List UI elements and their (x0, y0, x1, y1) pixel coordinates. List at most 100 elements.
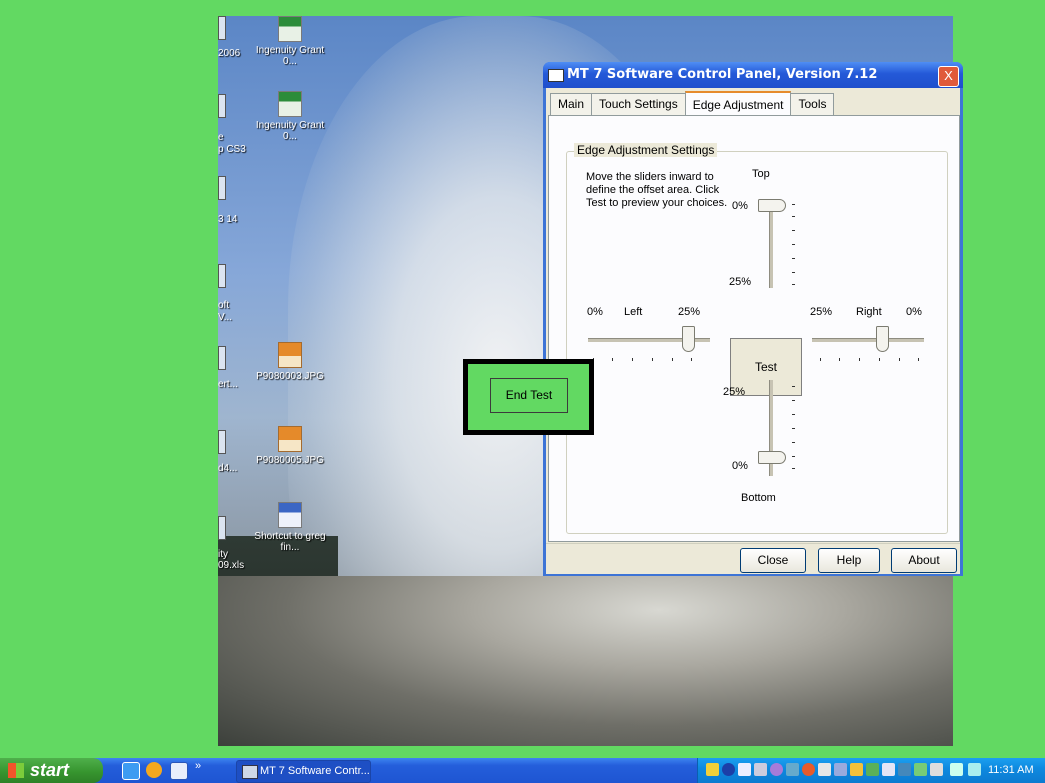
start-button[interactable]: start (0, 758, 103, 783)
close-button[interactable]: Close (740, 548, 806, 573)
word-icon[interactable] (170, 762, 188, 780)
desktop-icon-label: Ingenuity Grant 0... (255, 45, 325, 67)
top-min-label: 0% (732, 200, 748, 212)
tray-icon[interactable] (786, 763, 799, 776)
image-file-icon (278, 342, 302, 368)
firefox-icon[interactable] (146, 762, 162, 778)
slider-tick (691, 358, 692, 361)
tab-touch-settings[interactable]: Touch Settings (591, 93, 686, 115)
lock-icon[interactable] (754, 763, 767, 776)
slider-tick (820, 358, 821, 361)
tray-icon[interactable] (866, 763, 879, 776)
partial-icon (218, 16, 226, 40)
internet-explorer-icon[interactable] (122, 762, 140, 780)
tab-tools[interactable]: Tools (790, 93, 835, 115)
slider-tick (839, 358, 840, 361)
right-max-label: 25% (810, 306, 833, 318)
tray-icon[interactable] (834, 763, 847, 776)
tray-icon[interactable] (968, 763, 981, 776)
right-label: Right (856, 306, 882, 318)
desktop-partial-label: e (218, 132, 224, 143)
desktop-partial-label: V... (218, 312, 233, 323)
desktop-icon-label: P9080003.JPG (256, 371, 324, 382)
tray-icon[interactable] (914, 763, 927, 776)
about-button[interactable]: About (891, 548, 957, 573)
windows-flag-icon (8, 763, 24, 778)
desktop-icon-p9080005[interactable]: P9080005.JPG (255, 426, 325, 466)
slider-tick (792, 216, 795, 217)
slider-tick (792, 258, 795, 259)
desktop-icon-label: Shortcut to greg fin... (254, 531, 326, 553)
tab-strip: Main Touch Settings Edge Adjustment Tool… (550, 91, 835, 116)
tab-edge-adjustment[interactable]: Edge Adjustment (684, 91, 792, 116)
taskbar-window-label: MT 7 Software Contr... (260, 765, 370, 777)
partial-icon (218, 94, 226, 118)
taskbar-window-button[interactable]: MT 7 Software Contr... (236, 760, 371, 783)
tray-icon[interactable] (802, 763, 815, 776)
help-button[interactable]: Help (818, 548, 880, 573)
tray-icon[interactable] (818, 763, 831, 776)
quick-launch-chevron-icon[interactable]: » (195, 760, 201, 772)
slider-tick (899, 358, 900, 361)
desktop-icon-ingenuity-2[interactable]: Ingenuity Grant 0... (255, 91, 325, 142)
end-test-button[interactable]: End Test (490, 378, 568, 413)
bottom-label: Bottom (741, 492, 776, 504)
app-icon (548, 69, 564, 82)
taskbar: start » MT 7 Software Contr... 11:31 AM (0, 758, 1045, 783)
title-bar[interactable]: MT 7 Software Control Panel, Version 7.1… (543, 62, 963, 88)
desktop-partial-label: p CS3 (218, 144, 246, 155)
tray-icon[interactable] (930, 763, 943, 776)
partial-icon (218, 516, 226, 540)
instructions-text: Move the sliders inward to define the of… (586, 171, 728, 209)
window-title: MT 7 Software Control Panel, Version 7.1… (567, 67, 878, 82)
desktop-icon-p9080003[interactable]: P9080003.JPG (255, 342, 325, 382)
excel-file-icon (278, 91, 302, 117)
left-slider-thumb[interactable] (682, 326, 695, 352)
left-max-label: 25% (678, 306, 701, 318)
tray-icon[interactable] (706, 763, 719, 776)
slider-tick (612, 358, 613, 361)
slider-tick (652, 358, 653, 361)
slider-tick (792, 230, 795, 231)
tray-icon[interactable] (770, 763, 783, 776)
start-label: start (30, 760, 70, 780)
slider-tick (792, 400, 795, 401)
slider-tick (859, 358, 860, 361)
slider-tick (792, 428, 795, 429)
clock[interactable]: 11:31 AM (988, 758, 1034, 783)
partial-icon (218, 264, 226, 288)
left-min-label: 0% (587, 306, 603, 318)
desktop-partial-label: 2006 (218, 48, 241, 59)
partial-icon (218, 176, 226, 200)
bluetooth-icon[interactable] (722, 763, 735, 776)
partial-icon (218, 430, 226, 454)
top-slider-thumb[interactable] (758, 199, 786, 212)
word-document-icon (278, 502, 302, 528)
desktop-partial-label: ity (218, 549, 228, 560)
slider-tick (792, 386, 795, 387)
network-icon[interactable] (882, 763, 895, 776)
right-slider-thumb[interactable] (876, 326, 889, 352)
right-slider-track (812, 338, 924, 342)
desktop-icon-shortcut-greg[interactable]: Shortcut to greg fin... (251, 502, 329, 553)
right-min-label: 0% (906, 306, 922, 318)
desktop-icon-ingenuity-1[interactable]: Ingenuity Grant 0... (255, 16, 325, 67)
slider-tick (792, 244, 795, 245)
control-panel-window: MT 7 Software Control Panel, Version 7.1… (543, 62, 963, 576)
bottom-slider-thumb[interactable] (758, 451, 786, 464)
close-window-icon[interactable]: X (938, 66, 959, 87)
tray-icon[interactable] (898, 763, 911, 776)
end-test-overlay: End Test (463, 359, 594, 435)
slider-tick (792, 284, 795, 285)
desktop-icon-label: P9080005.JPG (256, 455, 324, 466)
slider-tick (792, 442, 795, 443)
slider-tick (632, 358, 633, 361)
desktop-partial-label: 3 14 (218, 214, 238, 225)
tray-icon[interactable] (738, 763, 751, 776)
desktop-partial-label: 09.xls (218, 560, 245, 571)
tab-main[interactable]: Main (550, 93, 593, 115)
group-title: Edge Adjustment Settings (574, 143, 718, 157)
top-label: Top (752, 168, 770, 180)
volume-icon[interactable] (950, 763, 963, 776)
tray-icon[interactable] (850, 763, 863, 776)
